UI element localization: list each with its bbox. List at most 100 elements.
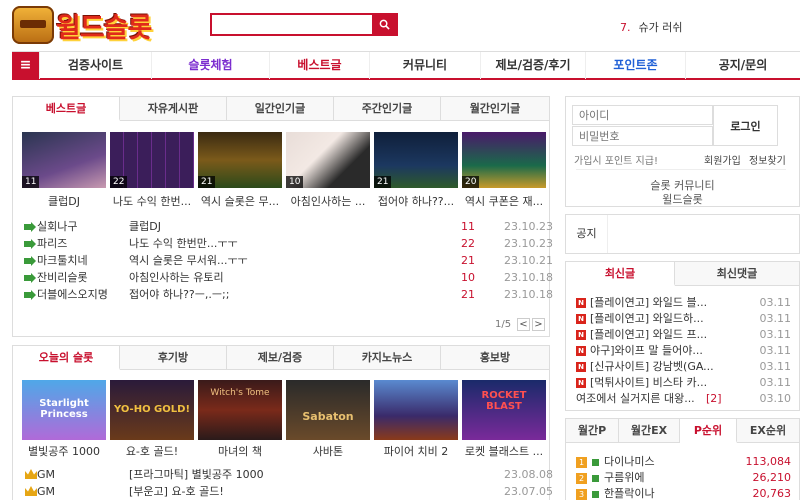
tab-daily-popular[interactable]: 일간인기글 [227,97,334,121]
arrow-icon [24,256,36,266]
post-thumbnail[interactable]: 21 [374,132,458,188]
slot-thumbnail[interactable]: YO-HO GOLD! [110,380,194,440]
find-info-link[interactable]: 정보찾기 [749,152,786,167]
thumbnail-caption[interactable]: 마녀의 책 [198,443,282,459]
site-name-label: 윌드슬롯 [662,193,703,206]
new-badge-icon: N [576,330,586,340]
thumbnail-caption[interactable]: 아침인사하는 ... [286,193,370,209]
post-thumbnail[interactable]: 21 [198,132,282,188]
list-item[interactable]: GM [부운고] 요-호 골드! 23.07.05 [13,483,553,500]
list-item[interactable]: N [플레이연고] 와일드하... 03.11 [576,311,791,327]
tab-ex-rank[interactable]: EX순위 [737,419,799,443]
tab-point-rank[interactable]: P순위 [680,419,737,443]
list-item[interactable]: N [신규사이트] 강남벳(GA... 03.11 [576,359,791,375]
notice-label: 공지 [566,215,608,253]
slot-thumbnail[interactable]: Witch's Tome [198,380,282,440]
nav-item-point-zone[interactable]: 포인트존 [585,52,685,79]
tab-report[interactable]: 제보/검증 [227,346,334,370]
level-icon [592,475,599,482]
menu-button[interactable]: ≡ [12,52,39,79]
rank-row[interactable]: 1 다이나미스 113,084 [576,454,791,470]
list-item[interactable]: GM [프라그마틱] 별빛공주 1000 23.08.08 [13,466,553,483]
login-button[interactable]: 로그인 [713,105,778,146]
nav-item-best[interactable]: 베스트글 [269,52,369,79]
realtime-search-rank[interactable]: 7. 슈가 러쉬 [620,19,682,35]
next-page-button[interactable]: > [532,318,545,331]
slot-thumbnail[interactable]: ROCKET BLAST [462,380,546,440]
ranking-tabs: 월간P 월간EX P순위 EX순위 [566,419,799,443]
rank-row[interactable]: 2 구름위에 26,210 [576,470,791,486]
crown-icon [25,486,37,496]
post-thumbnail[interactable]: 20 [462,132,546,188]
tab-best[interactable]: 베스트글 [13,97,120,121]
tab-latest-comments[interactable]: 최신댓글 [675,262,799,286]
search-box [210,13,398,36]
tab-monthly-points[interactable]: 월간P [566,419,619,443]
post-thumbnail[interactable]: 11 [22,132,106,188]
slot-thumbnail[interactable]: Starlight Princess [22,380,106,440]
nav-item-verified-sites[interactable]: 검증사이트 [39,52,151,79]
thumbnail-caption[interactable]: 파이어 치비 2 [374,443,458,459]
tab-monthly-popular[interactable]: 월간인기글 [441,97,549,121]
slot-thumbnail[interactable]: Sabaton [286,380,370,440]
thumbnail-caption[interactable]: 사바톤 [286,443,370,459]
post-thumbnail[interactable]: 10 [286,132,370,188]
thumbnail-caption[interactable]: 접어야 하나??... [374,193,458,209]
new-badge-icon: N [576,298,586,308]
nav-item-community[interactable]: 커뮤니티 [369,52,480,79]
ranking-panel: 월간P 월간EX P순위 EX순위 1 다이나미스 113,084 2 구름위에 26,… [565,418,800,500]
nav-item-slot-trial[interactable]: 슬롯체험 [151,52,269,79]
tab-free-board[interactable]: 자유게시판 [120,97,227,121]
rank-keyword: 슈가 러쉬 [638,21,683,34]
thumbnail-caption[interactable]: 로켓 블래스트 ... [462,443,546,459]
tab-casino-news[interactable]: 카지노뉴스 [334,346,441,370]
latest-panel: 최신글 최신댓글 N [플레이연고] 와일드 블... 03.11 N [플레이연고]… [565,261,800,411]
join-link[interactable]: 회원가입 [704,152,741,167]
list-item[interactable]: 여조에서 실거지른 대왕... [2] 03.10 [576,391,791,407]
new-badge-icon: N [576,378,586,388]
thumbnail-caption[interactable]: 역시 슬롯은 무... [198,193,282,209]
level-icon [592,459,599,466]
arrow-icon [24,290,36,300]
signup-point-text: 가입시 포인트 지급! [574,156,658,167]
thumbnail-caption[interactable]: 클럽DJ [22,193,106,209]
nav-item-report[interactable]: 제보/검증/후기 [480,52,585,79]
thumbnail-caption[interactable]: 별빛공주 1000 [22,443,106,459]
list-item[interactable]: 파리즈 나도 수익 한번만...ㅜㅜ 22 23.10.23 [13,235,553,252]
thumbnail-caption[interactable]: 나도 수익 한번... [110,193,194,209]
list-item[interactable]: 잔비리슬롯 아침인사하는 유토리 10 23.10.18 [13,269,553,286]
search-button[interactable] [372,15,396,34]
password-input[interactable] [572,126,713,146]
tab-today-slot[interactable]: 오늘의 슬롯 [13,346,120,370]
tab-reviews[interactable]: 후기방 [120,346,227,370]
new-badge-icon: N [576,362,586,372]
today-tabs: 오늘의 슬롯 후기방 제보/검증 카지노뉴스 홍보방 [13,346,549,370]
list-item[interactable]: N [플레이연고] 와일드 프... 03.11 [576,327,791,343]
list-item[interactable]: 더블에스오지명 접어야 하나??ㅡ,.ㅡ;; 21 23.10.18 [13,286,553,303]
site-logo[interactable]: 윌드슬롯 [12,4,187,46]
tab-latest-posts[interactable]: 최신글 [566,262,675,286]
list-item[interactable]: N [먹튀사이트] 비스타 카... 03.11 [576,375,791,391]
search-icon [379,19,390,30]
list-item[interactable]: 마크툴치네 역시 슬롯은 무서워...ㅜㅜ 21 23.10.21 [13,252,553,269]
search-input[interactable] [212,15,374,34]
list-item[interactable]: N [플레이연고] 와일드 블... 03.11 [576,295,791,311]
list-item[interactable]: N 야구]와이프 말 들어야... 03.11 [576,343,791,359]
rank-row[interactable]: 3 한플락이나 20,763 [576,486,791,500]
post-thumbnail[interactable]: 22 [110,132,194,188]
list-item[interactable]: 실회나구 클럽DJ 11 23.10.23 [13,218,553,235]
new-badge-icon: N [576,346,586,356]
id-input[interactable] [572,105,713,125]
thumbnail-caption[interactable]: 요-호 골드! [110,443,194,459]
tab-promo[interactable]: 홍보방 [441,346,549,370]
hamburger-icon: ≡ [19,57,32,73]
nav-item-notice[interactable]: 공지/문의 [685,52,800,79]
prev-page-button[interactable]: < [517,318,530,331]
tab-weekly-popular[interactable]: 주간인기글 [334,97,441,121]
slot-thumbnail[interactable] [374,380,458,440]
crown-icon [25,469,37,479]
login-panel: 로그인 가입시 포인트 지급! 회원가입 정보찾기 슬롯 커뮤니티 윌드슬롯 [565,96,800,207]
tab-monthly-ex[interactable]: 월간EX [619,419,680,443]
thumbnail-caption[interactable]: 역시 쿠폰은 재... [462,193,546,209]
main-nav: ≡ 검증사이트 슬롯체험 베스트글 커뮤니티 제보/검증/후기 포인트존 공지/… [12,51,800,80]
